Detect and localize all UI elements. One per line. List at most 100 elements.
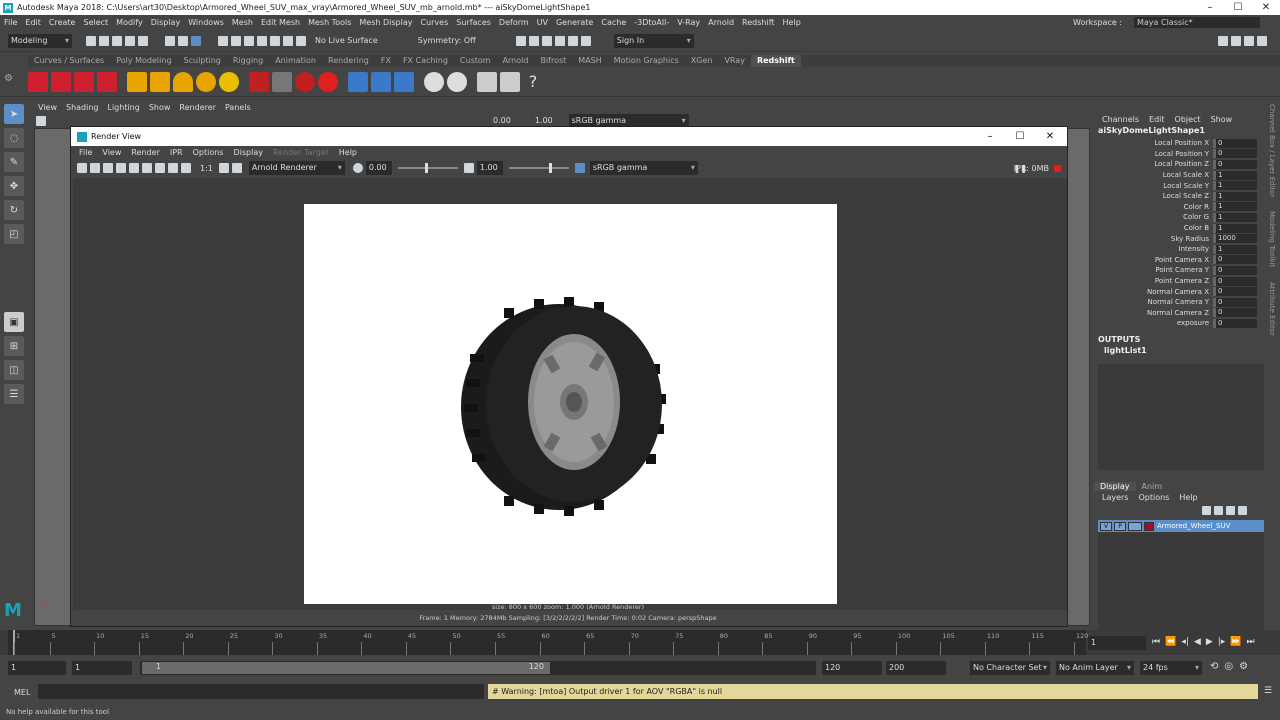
- cb-attribute-value[interactable]: 1: [1213, 223, 1257, 233]
- rv-menu-render[interactable]: Render: [131, 148, 159, 157]
- redshift-hair-icon[interactable]: [295, 71, 315, 92]
- rv-keep-image-icon[interactable]: [155, 163, 165, 173]
- cb-outputs-item[interactable]: lightList1: [1094, 346, 1147, 355]
- rv-frame-image-icon[interactable]: [218, 163, 229, 173]
- redshift-sun-icon[interactable]: [219, 71, 239, 92]
- shelf-tab-motion-graphics[interactable]: Motion Graphics: [608, 55, 685, 67]
- shelf-tab-rigging[interactable]: Rigging: [227, 55, 269, 67]
- rv-snapshot-icon[interactable]: [103, 163, 113, 173]
- rv-rgb-icon[interactable]: [168, 163, 178, 173]
- menu-redshift[interactable]: Redshift: [742, 18, 774, 27]
- redshift-ipr-icon[interactable]: [74, 71, 94, 92]
- rv-menu-file[interactable]: File: [79, 148, 92, 157]
- redshift-proxy-icon[interactable]: [249, 71, 269, 92]
- minimize-icon[interactable]: –: [1196, 0, 1224, 15]
- rv-gamma-field[interactable]: 1.00: [476, 161, 503, 175]
- menu-mesh-tools[interactable]: Mesh Tools: [308, 18, 351, 27]
- redshift-help-icon[interactable]: ?: [523, 72, 543, 92]
- shelf-tab-bifrost[interactable]: Bifrost: [534, 55, 572, 67]
- cb-attribute-row[interactable]: Point Camera Y0: [1094, 265, 1280, 276]
- cb-menu-channels[interactable]: Channels: [1102, 115, 1139, 124]
- shelf-gear-icon[interactable]: ⚙: [4, 73, 13, 84]
- menu-edit-mesh[interactable]: Edit Mesh: [261, 18, 300, 27]
- cb-attribute-row[interactable]: Local Position Z0: [1094, 159, 1280, 170]
- channel-box-icon[interactable]: [1257, 36, 1267, 46]
- rv-menu-ipr[interactable]: IPR: [170, 148, 183, 157]
- cb-attribute-value[interactable]: 0: [1213, 265, 1257, 275]
- cb-attribute-row[interactable]: Normal Camera Y0: [1094, 297, 1280, 308]
- panel-menu-panels[interactable]: Panels: [225, 103, 251, 112]
- redshift-pr-icon-3[interactable]: [394, 71, 414, 92]
- anim-layer-dropdown[interactable]: No Anim Layer: [1056, 661, 1134, 675]
- layer-menu-help[interactable]: Help: [1179, 493, 1197, 502]
- maximize-icon[interactable]: ☐: [1224, 0, 1252, 15]
- cb-attribute-value[interactable]: 1000: [1213, 234, 1257, 244]
- redshift-sphere-icon[interactable]: [318, 71, 338, 92]
- cb-attribute-value[interactable]: 0: [1213, 287, 1257, 297]
- component-select-icon[interactable]: [191, 35, 201, 46]
- rv-ipr-stop-icon[interactable]: [1054, 164, 1061, 172]
- redshift-batch-icon[interactable]: [97, 71, 117, 92]
- layer-new-empty-icon[interactable]: [1226, 506, 1235, 515]
- menu-select[interactable]: Select: [83, 18, 108, 27]
- magnet-icon[interactable]: [296, 35, 306, 46]
- cb-attribute-name[interactable]: Color B: [1094, 224, 1213, 232]
- cb-attribute-row[interactable]: Point Camera X0: [1094, 255, 1280, 266]
- side-tab-modeling-toolkit[interactable]: Modeling Toolkit: [1268, 211, 1276, 267]
- go-to-start-icon[interactable]: ⏮: [1152, 637, 1160, 647]
- cb-attribute-value[interactable]: 0: [1213, 276, 1257, 286]
- shelf-tab-mash[interactable]: MASH: [572, 55, 607, 67]
- command-input[interactable]: [38, 684, 484, 699]
- snap-curve-icon[interactable]: [231, 35, 241, 46]
- rv-view-transform-icon[interactable]: [574, 163, 585, 173]
- cb-menu-show[interactable]: Show: [1211, 115, 1233, 124]
- animation-end-field[interactable]: 200: [886, 661, 946, 675]
- redshift-area-light-icon[interactable]: [127, 71, 147, 92]
- object-select-icon[interactable]: [178, 35, 188, 46]
- step-forward-key-icon[interactable]: ⏩: [1230, 637, 1241, 647]
- rv-exposure-field[interactable]: 0.00: [365, 161, 392, 175]
- menu-cache[interactable]: Cache: [601, 18, 626, 27]
- menu-windows[interactable]: Windows: [188, 18, 224, 27]
- redshift-pr-icon-1[interactable]: [348, 71, 368, 92]
- cb-attribute-row[interactable]: Intensity 1: [1094, 244, 1280, 255]
- redshift-dome-light-icon[interactable]: [196, 71, 216, 92]
- redo-icon[interactable]: [138, 35, 148, 46]
- mode-dropdown[interactable]: Modeling: [8, 33, 72, 48]
- snap-pivot-icon[interactable]: [283, 35, 293, 46]
- menu-mesh[interactable]: Mesh: [232, 18, 253, 27]
- live-surface-label[interactable]: No Live Surface: [315, 36, 378, 45]
- render-view-canvas[interactable]: [73, 178, 1067, 610]
- cb-attribute-value[interactable]: 1: [1213, 170, 1257, 180]
- cb-attribute-value[interactable]: 0: [1213, 149, 1257, 159]
- cb-attribute-value[interactable]: 0: [1213, 297, 1257, 307]
- rv-alpha-icon[interactable]: [181, 163, 191, 173]
- menu-file[interactable]: File: [4, 18, 17, 27]
- cb-menu-edit[interactable]: Edit: [1149, 115, 1165, 124]
- current-frame-field[interactable]: 1: [1088, 636, 1146, 650]
- redshift-portal-light-icon[interactable]: [150, 71, 170, 92]
- move-tool-icon[interactable]: ✥: [4, 176, 24, 196]
- cb-attribute-row[interactable]: Local Scale X1: [1094, 170, 1280, 181]
- sign-in-dropdown[interactable]: Sign In: [613, 33, 694, 48]
- cb-attribute-value[interactable]: 1: [1213, 202, 1257, 212]
- layer-menu-layers[interactable]: Layers: [1102, 493, 1128, 502]
- cb-attribute-row[interactable]: Local Position X0: [1094, 138, 1280, 149]
- menu-edit[interactable]: Edit: [25, 18, 41, 27]
- cb-attribute-name[interactable]: Local Scale Z: [1094, 192, 1213, 200]
- menu-arnold[interactable]: Arnold: [708, 18, 734, 27]
- play-backwards-icon[interactable]: ◀: [1194, 637, 1201, 647]
- rv-ipr-icon[interactable]: [116, 163, 126, 173]
- rv-render-icon[interactable]: [77, 163, 87, 173]
- tab-anim[interactable]: Anim: [1136, 482, 1169, 491]
- rv-gamma-slider[interactable]: [508, 163, 569, 173]
- layer-visibility-toggle[interactable]: V: [1100, 521, 1112, 531]
- cb-attribute-name[interactable]: Point Camera Y: [1094, 266, 1213, 274]
- rv-region-icon[interactable]: [142, 163, 152, 173]
- animation-start-field[interactable]: 1: [8, 661, 66, 675]
- layer-move-down-icon[interactable]: [1214, 506, 1223, 515]
- modeling-toolkit-icon[interactable]: [1218, 36, 1228, 46]
- menu-deform[interactable]: Deform: [499, 18, 529, 27]
- range-slider-bar[interactable]: 1 120: [142, 662, 550, 674]
- menu-vray[interactable]: V-Ray: [677, 18, 700, 27]
